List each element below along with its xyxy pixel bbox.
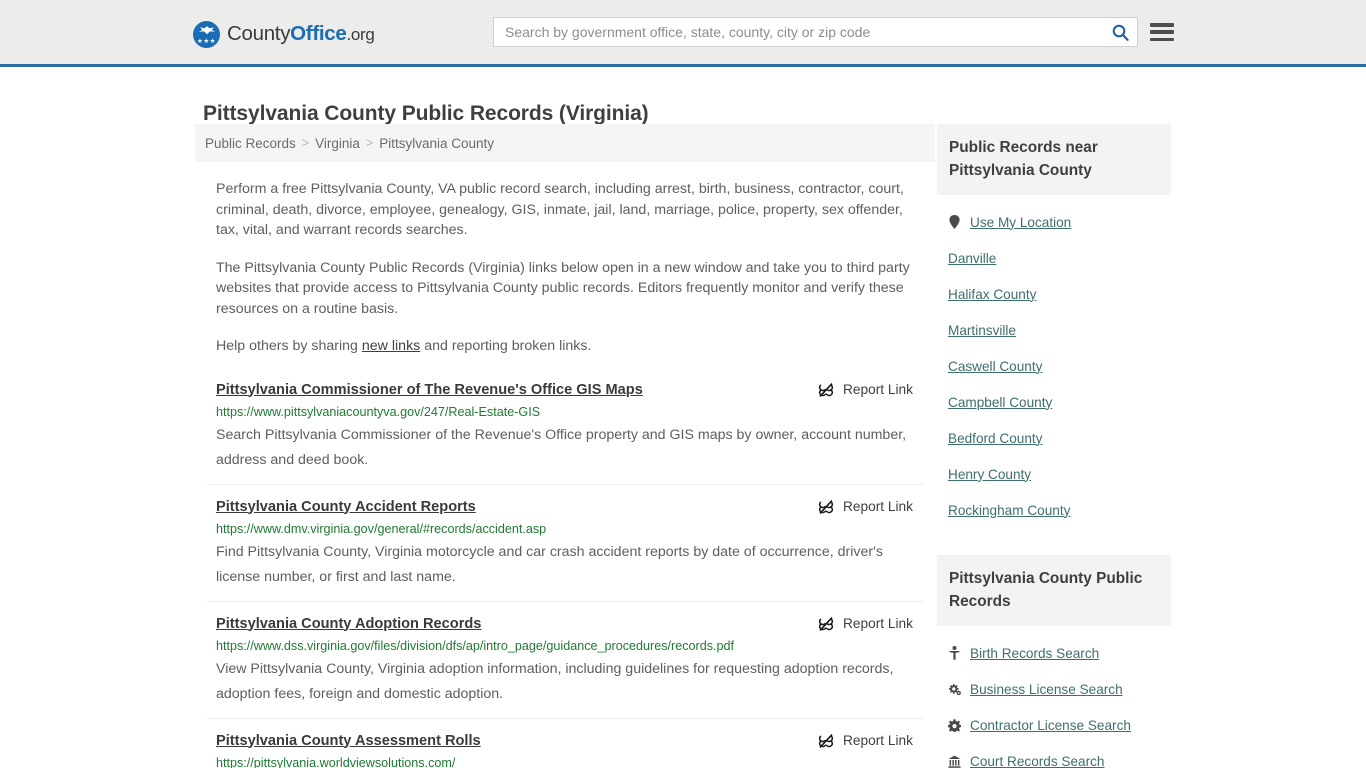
sidebar-link-label[interactable]: Halifax County [948, 287, 1036, 302]
nearby-locations-list: Use My Location Danville Halifax County … [937, 204, 1171, 528]
sidebar: Public Records near Pittsylvania County … [937, 124, 1171, 768]
broken-link-icon [818, 499, 834, 514]
result-url[interactable]: https://www.pittsylvaniacountyva.gov/247… [216, 405, 923, 420]
map-pin-icon [948, 215, 961, 229]
panel-county-public-records: Pittsylvania County Public Records Birth… [937, 555, 1171, 768]
new-links-link[interactable]: new links [362, 338, 420, 354]
logo-text-county: County [227, 22, 291, 46]
search-input[interactable] [494, 18, 1103, 46]
result-title-link[interactable]: Pittsylvania County Accident Reports [216, 498, 476, 516]
sidebar-item-use-my-location[interactable]: Use My Location [937, 204, 1171, 240]
results-list: Pittsylvania Commissioner of The Revenue… [195, 381, 935, 768]
logo-text-office: Office [290, 22, 347, 46]
report-link-button[interactable]: Report Link [818, 381, 913, 399]
panel-heading: Public Records near Pittsylvania County [937, 124, 1171, 195]
site-logo[interactable]: ★★★ CountyOffice.org [193, 21, 375, 48]
sidebar-link-label[interactable]: Rockingham County [948, 503, 1070, 518]
result-item: Pittsylvania County Assessment Rolls htt… [207, 719, 923, 768]
cog-icon [948, 718, 961, 732]
result-item: Pittsylvania County Accident Reports htt… [207, 485, 923, 602]
main-content: Public Records > Virginia > Pittsylvania… [195, 124, 935, 768]
broken-link-icon [818, 733, 834, 748]
result-url[interactable]: https://www.dmv.virginia.gov/general/#re… [216, 522, 923, 537]
sidebar-item-martinsville[interactable]: Martinsville [937, 312, 1171, 348]
sidebar-link-label[interactable]: Bedford County [948, 431, 1042, 446]
site-header: ★★★ CountyOffice.org [0, 0, 1366, 67]
cogs-icon [948, 683, 961, 696]
result-item: Pittsylvania Commissioner of The Revenue… [207, 381, 923, 485]
sidebar-item-caswell-county[interactable]: Caswell County [937, 348, 1171, 384]
broken-link-icon [818, 616, 834, 631]
sidebar-item-danville[interactable]: Danville [937, 240, 1171, 276]
sidebar-link-label[interactable]: Business License Search [970, 682, 1123, 697]
intro-p3-before: Help others by sharing [216, 338, 362, 354]
sidebar-item-birth-records-search[interactable]: Birth Records Search [937, 635, 1171, 671]
hamburger-menu-button[interactable] [1150, 20, 1174, 44]
sidebar-scroll-region: Public Records near Pittsylvania County … [937, 124, 1171, 768]
hamburger-menu-icon-bar [1150, 37, 1174, 41]
logo-stars: ★★★ [197, 37, 216, 45]
sidebar-link-label[interactable]: Caswell County [948, 359, 1042, 374]
sidebar-link-label[interactable]: Birth Records Search [970, 646, 1099, 661]
intro-paragraph-2: The Pittsylvania County Public Records (… [216, 259, 910, 317]
sidebar-item-contractor-license-search[interactable]: Contractor License Search [937, 707, 1171, 743]
sidebar-item-business-license-search[interactable]: Business License Search [937, 671, 1171, 707]
intro-text: Perform a free Pittsylvania County, VA p… [195, 179, 935, 357]
hamburger-menu-icon-bar [1150, 23, 1174, 27]
breadcrumb-separator: > [365, 136, 374, 150]
report-link-label: Report Link [843, 732, 913, 748]
sidebar-link-label[interactable]: Henry County [948, 467, 1031, 482]
report-link-button[interactable]: Report Link [818, 498, 913, 516]
result-title-link[interactable]: Pittsylvania Commissioner of The Revenue… [216, 381, 643, 399]
intro-paragraph-1: Perform a free Pittsylvania County, VA p… [216, 181, 904, 238]
result-title-link[interactable]: Pittsylvania County Adoption Records [216, 615, 481, 633]
search-bar [493, 17, 1138, 47]
result-description: View Pittsylvania County, Virginia adopt… [216, 660, 894, 702]
sidebar-item-henry-county[interactable]: Henry County [937, 456, 1171, 492]
report-link-label: Report Link [843, 381, 913, 397]
sidebar-item-bedford-county[interactable]: Bedford County [937, 420, 1171, 456]
result-item: Pittsylvania County Adoption Records htt… [207, 602, 923, 719]
sidebar-link-label[interactable]: Contractor License Search [970, 718, 1131, 733]
intro-paragraph-3: Help others by sharing new links and rep… [216, 336, 923, 357]
intro-p3-after: and reporting broken links. [420, 338, 592, 354]
report-link-label: Report Link [843, 498, 913, 514]
result-description: Search Pittsylvania Commissioner of the … [216, 426, 907, 468]
eagle-glyph [198, 26, 215, 35]
result-url[interactable]: https://www.dss.virginia.gov/files/divis… [216, 639, 923, 654]
search-button[interactable] [1103, 18, 1137, 46]
records-search-list: Birth Records Search Business License Se… [937, 635, 1171, 768]
hamburger-menu-icon-bar [1150, 30, 1174, 34]
sidebar-link-label[interactable]: Martinsville [948, 323, 1016, 338]
page-title: Pittsylvania County Public Records (Virg… [203, 102, 649, 126]
sidebar-item-court-records-search[interactable]: Court Records Search [937, 743, 1171, 768]
result-description: Find Pittsylvania County, Virginia motor… [216, 543, 883, 585]
result-url[interactable]: https://pittsylvania.worldviewsolutions.… [216, 756, 923, 768]
logo-text-org: .org [346, 25, 375, 45]
breadcrumb: Public Records > Virginia > Pittsylvania… [195, 124, 935, 162]
sidebar-item-halifax-county[interactable]: Halifax County [937, 276, 1171, 312]
countyoffice-logo-icon: ★★★ [193, 21, 220, 48]
sidebar-link-label[interactable]: Campbell County [948, 395, 1052, 410]
breadcrumb-item-virginia[interactable]: Virginia [315, 136, 360, 151]
sidebar-link-label[interactable]: Danville [948, 251, 996, 266]
search-icon [1112, 24, 1129, 41]
baby-icon [948, 646, 961, 660]
panel-heading: Pittsylvania County Public Records [937, 555, 1171, 626]
sidebar-item-campbell-county[interactable]: Campbell County [937, 384, 1171, 420]
breadcrumb-separator: > [301, 136, 310, 150]
panel-public-records-near: Public Records near Pittsylvania County … [937, 124, 1171, 528]
result-title-link[interactable]: Pittsylvania County Assessment Rolls [216, 732, 481, 750]
sidebar-link-label[interactable]: Court Records Search [970, 754, 1104, 768]
report-link-button[interactable]: Report Link [818, 615, 913, 633]
sidebar-item-rockingham-county[interactable]: Rockingham County [937, 492, 1171, 528]
report-link-button[interactable]: Report Link [818, 732, 913, 750]
logo-wordmark: CountyOffice.org [227, 24, 375, 45]
breadcrumb-item-pittsylvania-county[interactable]: Pittsylvania County [379, 136, 494, 151]
report-link-label: Report Link [843, 615, 913, 631]
breadcrumb-item-public-records[interactable]: Public Records [205, 136, 296, 151]
bank-icon [948, 755, 961, 768]
broken-link-icon [818, 382, 834, 397]
sidebar-link-label[interactable]: Use My Location [970, 215, 1071, 230]
